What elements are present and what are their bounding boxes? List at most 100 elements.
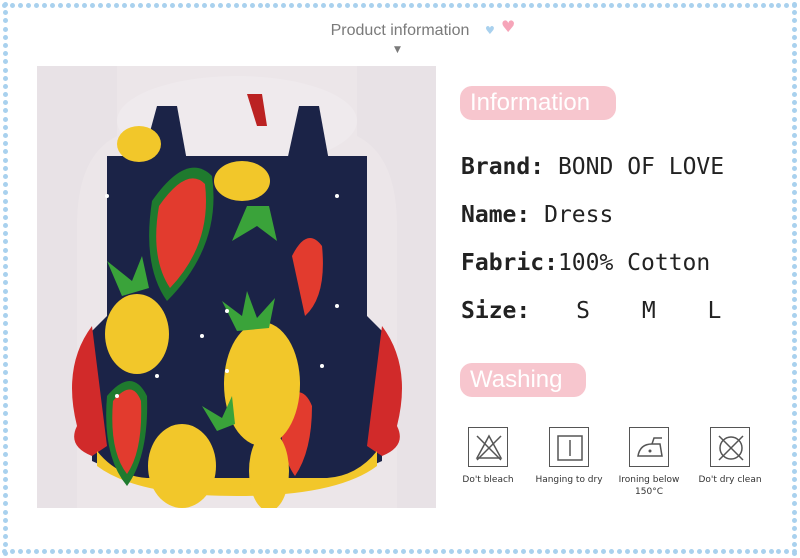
border-dot — [712, 549, 718, 554]
border-dot — [25, 549, 31, 554]
border-dot — [465, 3, 471, 8]
border-dot — [792, 460, 797, 466]
border-dot — [89, 3, 95, 8]
border-dot — [792, 337, 797, 343]
border-dot — [345, 3, 351, 8]
border-dot — [792, 354, 797, 360]
border-dot — [728, 3, 734, 8]
border-dot — [624, 549, 630, 554]
border-dot — [792, 493, 797, 499]
border-dot — [792, 133, 797, 138]
border-dot — [792, 452, 797, 458]
border-dot — [592, 3, 598, 8]
border-dot — [489, 3, 495, 8]
border-dot — [3, 10, 8, 16]
border-dot — [624, 3, 630, 8]
border-dot — [3, 157, 8, 163]
border-dot — [672, 549, 678, 554]
border-dot — [520, 549, 526, 554]
border-dot — [792, 362, 797, 368]
border-dot — [792, 198, 797, 204]
border-dot — [321, 3, 327, 8]
border-dot — [417, 549, 423, 554]
border-dot — [3, 476, 8, 482]
border-dot — [704, 3, 710, 8]
border-dot — [3, 206, 8, 212]
border-dot — [57, 549, 63, 554]
border-dot — [201, 3, 207, 8]
border-dot — [409, 549, 415, 554]
border-dot — [616, 3, 622, 8]
border-dot — [720, 3, 726, 8]
border-dot — [3, 83, 8, 89]
border-dot — [792, 386, 797, 392]
border-dot — [616, 549, 622, 554]
size-label: Size: — [461, 298, 531, 324]
border-dot — [241, 549, 247, 554]
border-dot — [552, 3, 558, 8]
border-dot — [672, 3, 678, 8]
border-dot — [528, 3, 534, 8]
border-dot — [3, 460, 8, 466]
border-dot — [153, 3, 159, 8]
border-dot — [433, 3, 439, 8]
border-dot — [369, 549, 375, 554]
border-dot — [177, 549, 183, 554]
border-dot — [217, 549, 223, 554]
border-dot — [552, 549, 558, 554]
border-dot — [3, 255, 8, 261]
border-dot — [385, 549, 391, 554]
border-dot — [576, 549, 582, 554]
border-dot — [377, 3, 383, 8]
border-dot — [792, 526, 797, 531]
care-item-iron: Ironing below 150°C — [614, 427, 684, 498]
border-dot — [792, 223, 797, 229]
border-dot — [768, 3, 774, 8]
border-dot — [792, 542, 797, 548]
border-dot — [321, 549, 327, 554]
border-dot — [3, 173, 8, 179]
fabric-row: Fabric:100% Cotton — [461, 250, 710, 276]
border-dot — [792, 411, 797, 417]
border-dot — [185, 3, 191, 8]
border-dot — [3, 67, 8, 73]
border-dot — [425, 3, 431, 8]
border-dot — [3, 165, 8, 171]
border-dot — [49, 3, 55, 8]
border-dot — [281, 549, 287, 554]
border-dot — [664, 549, 670, 554]
border-dot — [792, 10, 797, 16]
border-dot — [3, 362, 8, 368]
border-dot — [792, 435, 797, 441]
border-dot — [720, 549, 726, 554]
border-dot — [33, 549, 39, 554]
border-dot — [513, 3, 518, 8]
border-dot — [568, 3, 574, 8]
border-dot — [457, 549, 463, 554]
hearts-decoration: ♥ ♥ — [485, 19, 525, 39]
border-dot — [329, 549, 335, 554]
border-dot — [704, 549, 710, 554]
border-dot — [473, 3, 479, 8]
border-dot — [233, 549, 239, 554]
border-dot — [792, 345, 797, 351]
care-label: Do't bleach — [462, 475, 514, 485]
care-item-no-bleach: Do't bleach — [456, 427, 520, 486]
border-dot — [3, 141, 8, 147]
border-dot — [648, 3, 654, 8]
border-dot — [121, 3, 127, 8]
care-item-no-dry-clean: Do't dry clean — [692, 427, 768, 486]
border-dot — [3, 370, 8, 376]
dotted-border-top — [0, 3, 800, 13]
border-dot — [792, 2, 797, 7]
border-dot — [784, 3, 790, 8]
border-dot — [792, 329, 797, 335]
border-dot — [249, 3, 255, 8]
border-dot — [3, 231, 8, 237]
border-dot — [728, 549, 734, 554]
border-dot — [3, 517, 8, 523]
border-dot — [97, 549, 103, 554]
border-dot — [3, 2, 8, 7]
border-dot — [640, 3, 646, 8]
border-dot — [560, 3, 566, 8]
